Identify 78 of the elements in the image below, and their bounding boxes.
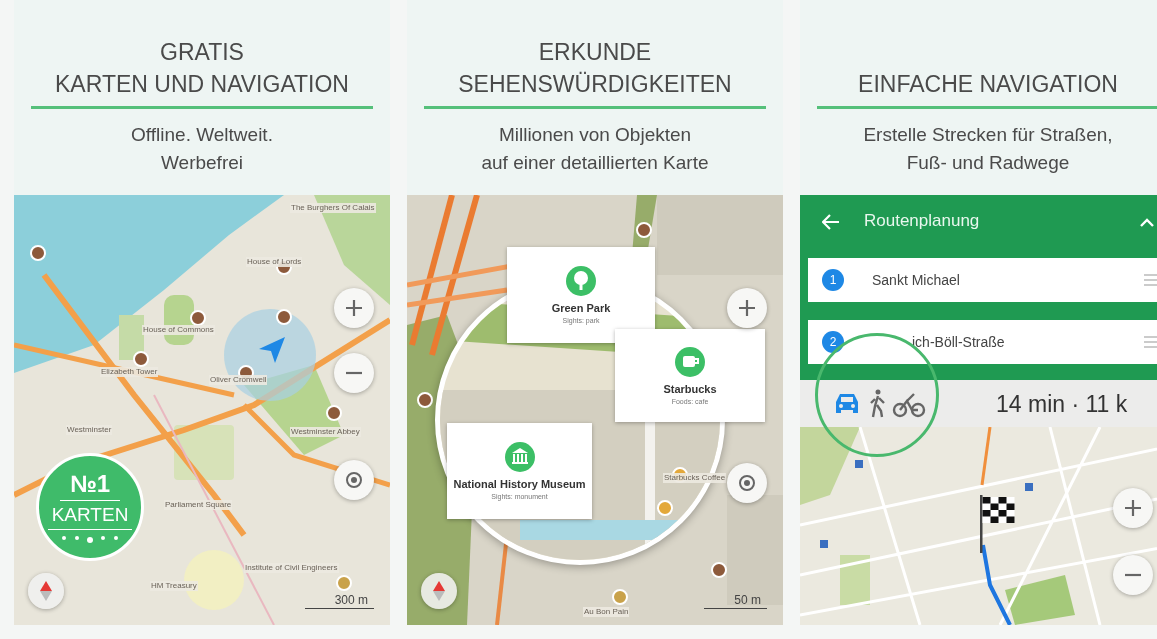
waypoint-field[interactable]: 1 Sankt Michael xyxy=(808,258,1157,302)
scale-bar: 300 m xyxy=(304,593,374,609)
panel-subtitle: Fuß- und Radwege xyxy=(906,151,1070,175)
compass-needle-icon xyxy=(39,581,53,601)
poi-marker-icon[interactable] xyxy=(30,245,46,261)
target-icon xyxy=(737,473,757,493)
park-area xyxy=(1005,575,1075,625)
drag-handle-icon[interactable] xyxy=(1144,335,1157,349)
waypoint-name: Sankt Michael xyxy=(872,272,960,288)
cup-icon xyxy=(675,346,705,377)
poi-marker-icon[interactable] xyxy=(326,405,342,421)
map-label: House of Commons xyxy=(142,325,215,335)
map-label: The Burghers Of Calais xyxy=(290,203,376,213)
panel-subtitle: Erstelle Strecken für Straßen, xyxy=(863,123,1113,147)
park-area xyxy=(840,555,870,605)
panel-title: EINFACHE NAVIGATION xyxy=(858,70,1118,99)
panel-title: SEHENSWÜRDIGKEITEN xyxy=(458,70,732,99)
navigation-arrow-icon xyxy=(257,335,287,365)
waypoint-number: 1 xyxy=(822,269,844,291)
place-name: National History Museum xyxy=(453,478,586,491)
panel-subtitle: auf einer detaillierten Karte xyxy=(481,151,709,175)
target-icon xyxy=(344,470,364,490)
tree-icon xyxy=(566,266,596,296)
poi-marker-icon[interactable] xyxy=(612,589,628,605)
poi-marker-icon[interactable] xyxy=(190,310,206,326)
travel-mode-button[interactable] xyxy=(870,389,886,419)
map-label: Elizabeth Tower xyxy=(100,367,159,377)
place-name: Starbucks xyxy=(663,382,717,396)
place-name: Green Park xyxy=(551,302,611,315)
columns-building-icon xyxy=(504,442,535,472)
map-label: Starbucks Coffee xyxy=(663,473,727,483)
panel-subtitle: Werbefrei xyxy=(161,151,243,175)
waypoint-field[interactable]: 2 ich-Böll-Straße xyxy=(808,320,1157,364)
map-label: Oliver Cromwell xyxy=(209,375,268,385)
back-arrow-icon[interactable] xyxy=(822,214,840,230)
bicycle-icon xyxy=(892,391,926,419)
finish-flag-icon xyxy=(978,493,1018,555)
poi-marker-icon[interactable] xyxy=(276,309,292,325)
caret-up-icon[interactable] xyxy=(1140,218,1154,227)
plus-icon xyxy=(344,298,364,318)
compass-needle-icon xyxy=(432,581,446,601)
panel-title: GRATIS xyxy=(160,38,244,67)
poi-marker-icon[interactable] xyxy=(636,222,652,238)
route-summary: 14 min · 11 k xyxy=(996,391,1128,418)
drag-handle-icon[interactable] xyxy=(1144,273,1157,287)
poi-marker-icon[interactable] xyxy=(336,575,352,591)
plus-icon xyxy=(737,298,757,318)
minus-icon xyxy=(344,371,364,375)
map-label: Au Bon Pain xyxy=(583,607,630,617)
poi-marker-icon[interactable] xyxy=(711,562,727,578)
panel-title: ERKUNDE xyxy=(538,38,652,67)
bus-stop-icon xyxy=(820,540,828,548)
walker-icon xyxy=(870,389,886,419)
map-label: Westminster Abbey xyxy=(290,427,361,437)
minus-icon xyxy=(1123,573,1143,577)
map-label: HM Treasury xyxy=(150,581,198,591)
waypoint-name: ich-Böll-Straße xyxy=(912,334,1005,350)
bus-stop-icon xyxy=(1025,483,1033,491)
scale-bar: 50 m xyxy=(704,593,767,609)
poi-marker-icon[interactable] xyxy=(657,500,673,516)
map-label: Westminster xyxy=(66,425,113,435)
map-label: Parliament Square xyxy=(164,500,233,510)
park-area xyxy=(119,315,144,360)
panel-subtitle: Millionen von Objekten xyxy=(498,123,692,147)
poi-marker-icon[interactable] xyxy=(417,392,433,408)
panel-subtitle: Offline. Weltweit. xyxy=(131,123,273,147)
panel-title: KARTEN UND NAVIGATION xyxy=(55,70,349,99)
road-line xyxy=(980,426,992,486)
plus-icon xyxy=(1123,498,1143,518)
bus-stop-icon xyxy=(855,460,863,468)
map-label: House of Lords xyxy=(246,257,303,267)
waypoint-number: 2 xyxy=(822,331,844,353)
badge-label: KARTEN xyxy=(47,501,133,530)
travel-mode-button[interactable] xyxy=(892,391,926,419)
map-label: Institute of Civil Engineers xyxy=(244,563,339,573)
badge-number: №1 xyxy=(59,470,121,501)
route-title: Routenplanung xyxy=(864,211,980,231)
poi-marker-icon[interactable] xyxy=(133,351,149,367)
